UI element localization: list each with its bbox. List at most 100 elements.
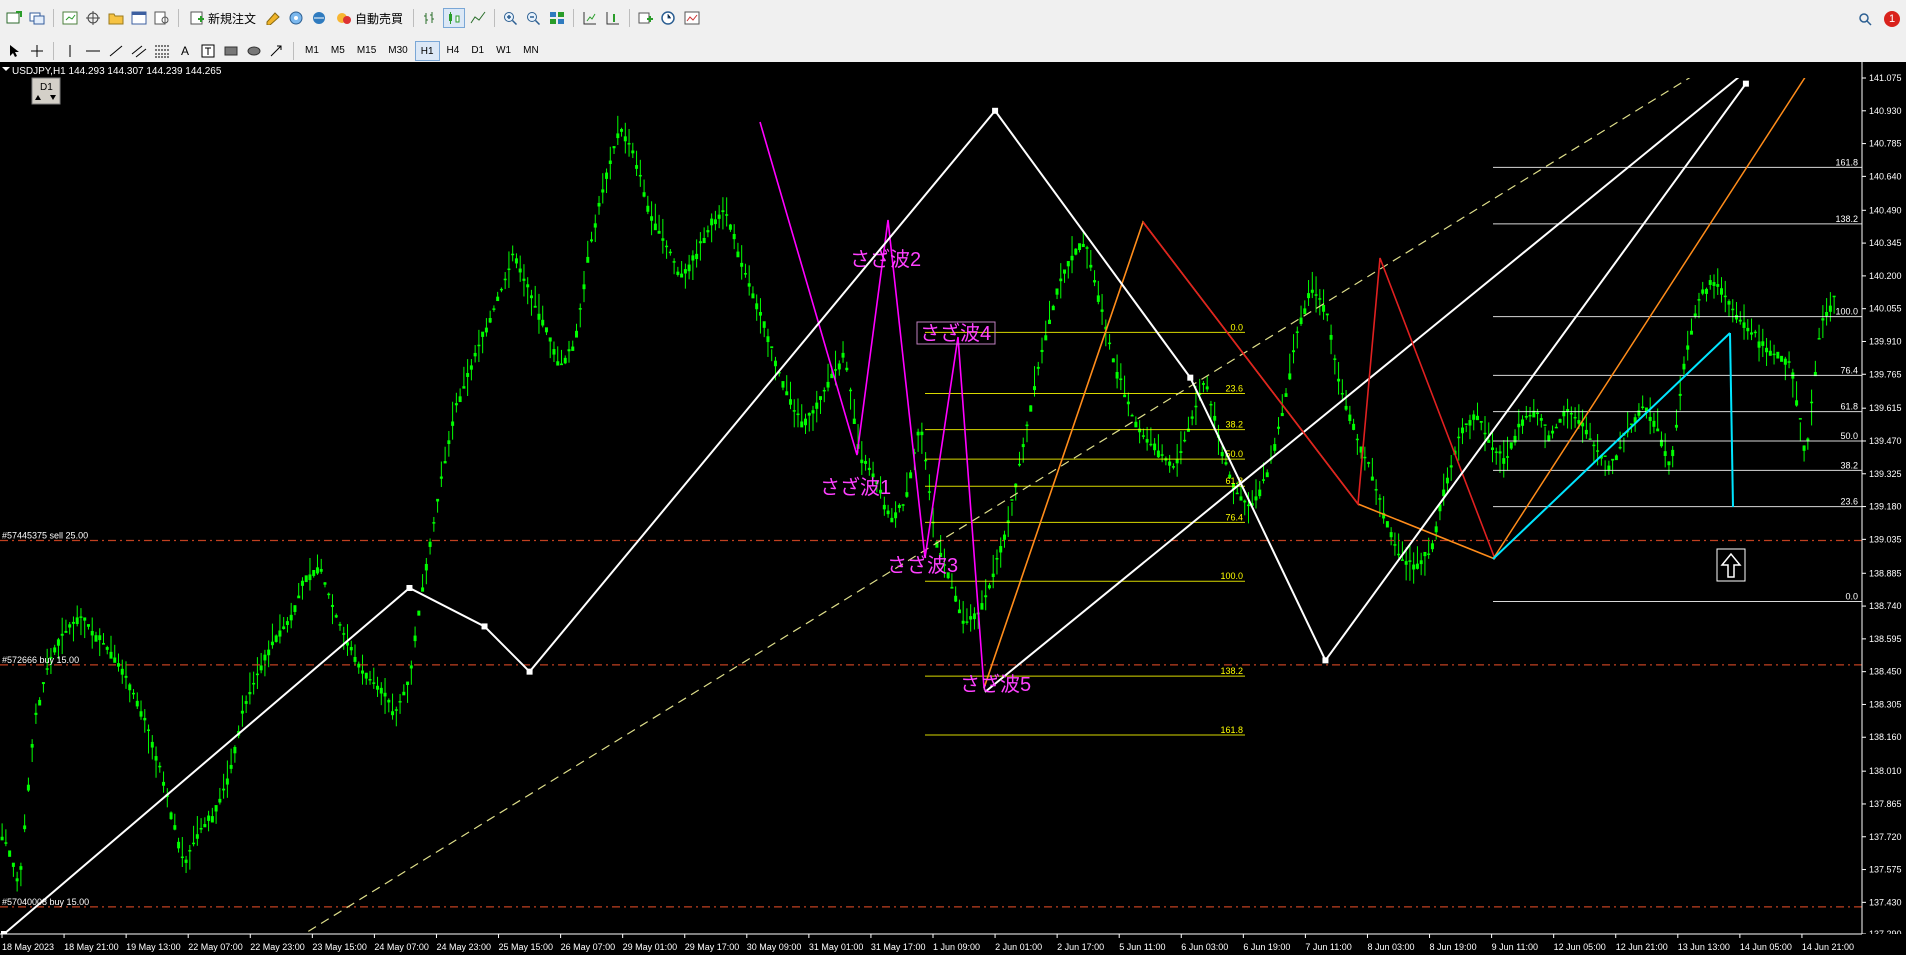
arrows-icon[interactable] [267, 41, 287, 61]
candle-body [1596, 450, 1600, 452]
candle-body [1498, 451, 1502, 454]
price-chart[interactable]: 0.0 23.6 38.2 50.0 61.8 76.4 100.0 138.2 161.8 26… [0, 62, 1906, 955]
candle-body [1235, 492, 1239, 495]
strategy-tester-icon[interactable] [152, 8, 172, 28]
line-chart-icon[interactable] [468, 8, 488, 28]
candle-body [218, 798, 222, 803]
candle-body [1708, 280, 1712, 285]
time-tick-label: 18 May 21:00 [64, 942, 119, 952]
timeframe-m30[interactable]: M30 [383, 41, 412, 59]
new-order-button[interactable]: 新規注文 [185, 8, 260, 28]
search-icon[interactable] [1858, 12, 1872, 31]
price-tick-label: 137.865 [1869, 799, 1902, 809]
indicators-icon[interactable] [636, 8, 656, 28]
time-tick-label: 13 Jun 13:00 [1678, 942, 1730, 952]
fibonacci-icon[interactable] [152, 41, 172, 61]
timeframe-m5[interactable]: M5 [326, 41, 350, 59]
new-order-label: 新規注文 [208, 11, 257, 26]
profiles-icon[interactable] [27, 8, 47, 28]
time-tick-label: 7 Jun 11:00 [1305, 942, 1351, 952]
candle-body [1697, 299, 1701, 301]
candle-body [1389, 532, 1393, 538]
rectangle-icon[interactable] [221, 41, 241, 61]
bar-chart-icon[interactable] [420, 8, 440, 28]
timeframe-mn[interactable]: MN [518, 41, 544, 59]
time-tick-label: 25 May 15:00 [499, 942, 554, 952]
terminal-window-icon[interactable] [129, 8, 149, 28]
new-chart-icon[interactable] [4, 8, 24, 28]
text-icon[interactable]: A [175, 41, 195, 61]
notification-badge[interactable]: 1 [1884, 11, 1900, 27]
templates-icon[interactable] [682, 8, 702, 28]
candle-body [1810, 401, 1814, 404]
candle-body [1093, 280, 1097, 283]
price-tick-label: 138.010 [1869, 766, 1902, 776]
crosshair-navigator-icon[interactable] [83, 8, 103, 28]
candle-body [1089, 264, 1093, 268]
mql5-market-icon[interactable] [309, 8, 329, 28]
candle-body [1720, 288, 1723, 295]
market-watch-icon[interactable] [60, 8, 80, 28]
metaeditor-icon[interactable] [263, 8, 283, 28]
timeframe-m1[interactable]: M1 [300, 41, 324, 59]
candle-body [41, 682, 45, 685]
candle-body [1111, 358, 1115, 363]
zoom-in-icon[interactable] [501, 8, 521, 28]
candlestick-chart-icon[interactable] [443, 8, 466, 28]
candle-body [120, 668, 124, 675]
chart-shift-icon[interactable] [603, 8, 623, 28]
candle-body [1017, 463, 1021, 466]
candle-body [203, 824, 207, 828]
tile-windows-icon[interactable] [547, 8, 567, 28]
candle-body [1307, 293, 1311, 299]
periods-clock-icon[interactable] [659, 8, 679, 28]
candle-body [1078, 243, 1082, 251]
zigzag-point [1322, 657, 1329, 664]
timeframe-h4[interactable]: H4 [442, 41, 465, 59]
time-tick-label: 14 Jun 05:00 [1740, 942, 1792, 952]
trendline-icon[interactable] [106, 41, 126, 61]
candle-body [1528, 414, 1532, 417]
signals-icon[interactable] [286, 8, 306, 28]
candle-body [1704, 288, 1708, 294]
separator [629, 9, 631, 27]
auto-scroll-icon[interactable] [580, 8, 600, 28]
horizontal-line-icon[interactable] [83, 41, 103, 61]
candle-body [128, 684, 132, 691]
cursor-arrow-icon[interactable] [4, 41, 24, 61]
candle-body [691, 255, 695, 261]
zoom-out-icon[interactable] [524, 8, 544, 28]
ellipse-icon[interactable] [244, 41, 264, 61]
candle-body [751, 293, 755, 299]
equidistant-channel-icon[interactable] [129, 41, 149, 61]
candle-body [533, 305, 537, 308]
favorites-folder-icon[interactable] [106, 8, 126, 28]
fib-level-label: 138.2 [1220, 666, 1243, 676]
price-tick-label: 138.740 [1869, 601, 1902, 611]
candle-body [342, 633, 346, 635]
text-label-icon[interactable] [198, 41, 218, 61]
candle-body [781, 381, 785, 388]
crosshair-icon[interactable] [27, 41, 47, 61]
candle-body [23, 825, 27, 830]
auto-trading-button[interactable]: 自動売買 [332, 8, 407, 28]
candle-body [1115, 372, 1119, 379]
candle-body [725, 214, 729, 216]
candle-body [255, 673, 259, 676]
candle-body [1607, 465, 1611, 471]
candle-body [1701, 289, 1705, 294]
candle-body [1554, 426, 1558, 429]
candle-body [567, 349, 571, 352]
timeframe-d1[interactable]: D1 [466, 41, 489, 59]
candle-body [1085, 247, 1089, 249]
candle-body [1055, 288, 1059, 295]
zigzag-point [526, 668, 533, 675]
timeframe-m15[interactable]: M15 [352, 41, 381, 59]
vertical-line-icon[interactable] [60, 41, 80, 61]
timeframe-w1[interactable]: W1 [491, 41, 516, 59]
candle-body [101, 643, 105, 645]
candle-body [1243, 500, 1247, 503]
candle-body [1036, 366, 1040, 369]
timeframe-h1[interactable]: H1 [414, 41, 440, 61]
candle-body [1828, 305, 1832, 312]
